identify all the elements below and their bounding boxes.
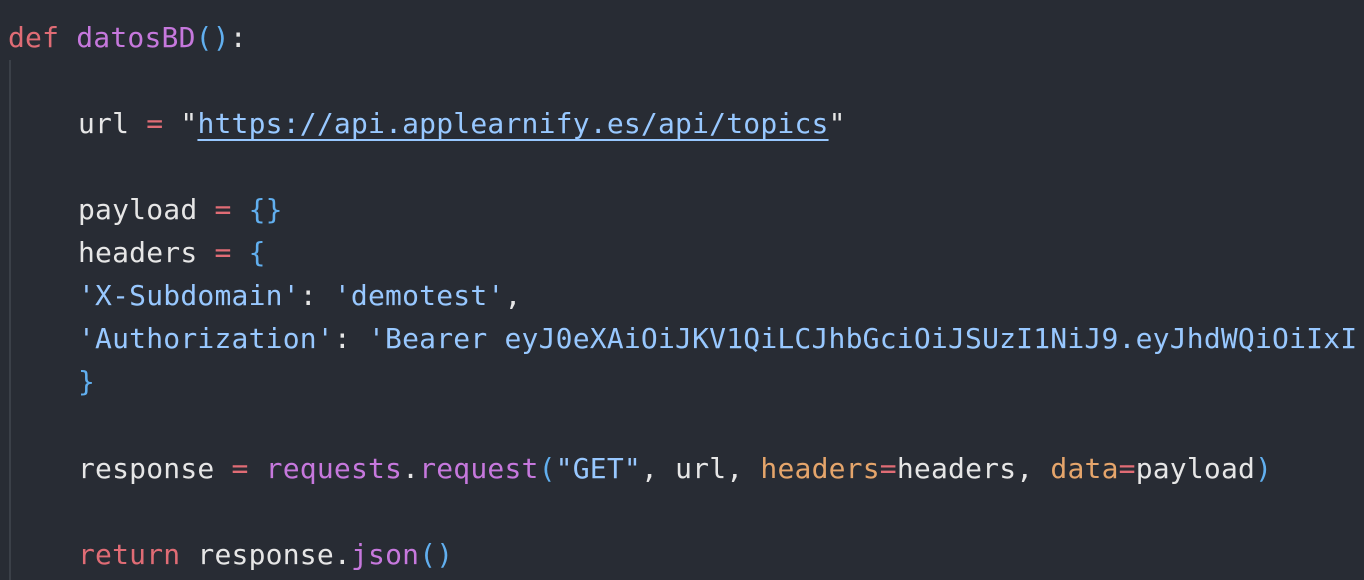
data-keyword-arg: data [1050,452,1119,485]
subdomain-key: 'X-Subdomain' [78,279,300,312]
url-link[interactable]: https://api.applearnify.es/api/topics [197,107,828,140]
headers-argument-value: headers [896,452,1017,485]
arg-separator: , [640,452,676,485]
assign-operator: = [146,107,164,140]
response-object: response [197,538,334,571]
call-parens: () [419,538,454,571]
dict-brace-close: } [78,365,96,398]
function-parens: () [195,21,230,54]
code-line-headers: headers = { [8,235,266,275]
headers-keyword-arg: headers [760,452,880,485]
json-method: json [350,538,420,571]
key-colon: : [333,322,351,355]
code-editor[interactable]: def datosBD(): url = "https://api.applea… [0,0,1364,580]
url-argument: url [675,452,727,485]
code-line-authorization: 'Authorization': 'Bearer eyJ0eXAiOiJKV1Q… [8,321,1357,361]
string-quote-close: " [828,107,846,140]
def-keyword: def [8,21,60,54]
headers-variable: headers [78,236,198,269]
code-line-return: return response.json() [8,537,453,577]
http-method-string: "GET" [555,452,641,485]
request-method: request [419,452,539,485]
code-line-def: def datosBD(): [8,20,247,60]
dict-brace-open: { [248,236,266,269]
requests-module: requests [265,452,403,485]
payload-variable: payload [78,193,198,226]
function-name: datosBD [76,21,196,54]
assign-operator: = [214,236,232,269]
assign-operator: = [214,193,232,226]
key-colon: : [299,279,317,312]
item-comma: , [504,279,522,312]
code-line-subdomain: 'X-Subdomain': 'demotest', [8,278,522,318]
arg-separator: , [726,452,761,485]
code-line-url: url = "https://api.applearnify.es/api/to… [8,106,846,146]
subdomain-value: 'demotest' [333,279,505,312]
url-variable: url [78,107,130,140]
empty-dict-braces: {} [248,193,283,226]
member-dot: . [333,538,351,571]
response-variable: response [78,452,215,485]
member-dot: . [402,452,420,485]
call-paren-close: ) [1255,452,1273,485]
call-paren-open: ( [538,452,556,485]
arg-separator: , [1016,452,1051,485]
assign-operator: = [231,452,249,485]
return-keyword: return [78,538,181,571]
kwarg-equals: = [1118,452,1136,485]
function-colon: : [229,21,247,54]
kwarg-equals: = [879,452,897,485]
data-argument-value: payload [1135,452,1256,485]
authorization-value: 'Bearer eyJ0eXAiOiJKV1QiLCJhbGciOiJSUzI1… [368,322,1358,355]
code-line-response: response = requests.request("GET", url, … [8,451,1272,491]
code-line-close-brace: } [8,364,95,404]
code-line-payload: payload = {} [8,192,283,232]
string-quote-open: " [180,107,198,140]
authorization-key: 'Authorization' [78,322,334,355]
